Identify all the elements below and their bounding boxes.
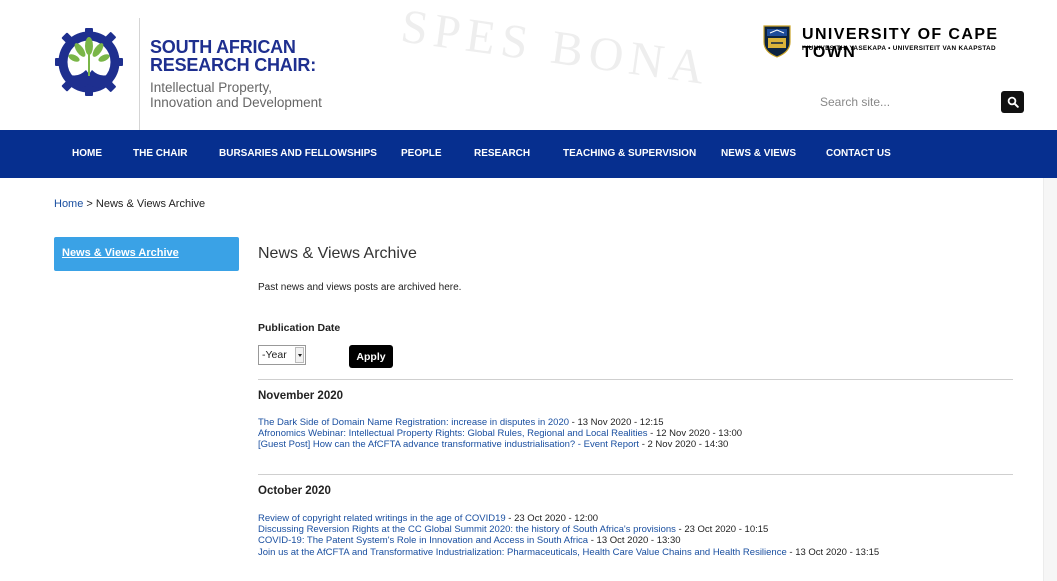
- post-list: Review of copyright related writings in …: [258, 513, 879, 558]
- year-select[interactable]: -Year: [258, 345, 306, 365]
- nav-item-research[interactable]: RESEARCH: [474, 130, 530, 178]
- list-item: Join us at the AfCFTA and Transformative…: [258, 547, 879, 558]
- post-link[interactable]: Afronomics Webinar: Intellectual Propert…: [258, 428, 648, 439]
- post-date: - 23 Oct 2020 - 12:00: [508, 513, 599, 524]
- page-title: News & Views Archive: [258, 245, 417, 262]
- post-date: - 13 Oct 2020 - 13:30: [590, 535, 681, 547]
- spes-bona-watermark: SPES BONA: [397, 0, 714, 96]
- month-heading: October 2020: [258, 485, 331, 497]
- post-list: The Dark Side of Domain Name Registratio…: [258, 417, 742, 451]
- breadcrumb-home-link[interactable]: Home: [54, 198, 83, 210]
- university-name[interactable]: UNIVERSITY OF CAPE TOWN: [802, 26, 1057, 62]
- uct-crest-icon[interactable]: [762, 24, 792, 58]
- divider: [258, 474, 1013, 475]
- search-icon: [1007, 96, 1019, 108]
- post-date: - 13 Nov 2020 - 12:15: [571, 417, 664, 428]
- sidebar-item-news-views-archive[interactable]: News & Views Archive: [54, 237, 239, 271]
- list-item: Discussing Reversion Rights at the CC Gl…: [258, 524, 879, 535]
- year-select-value: -Year: [262, 349, 287, 361]
- chair-sub-line1: Intellectual Property,: [150, 80, 273, 95]
- chair-title-line1: SOUTH AFRICAN: [150, 37, 296, 57]
- divider: [258, 379, 1013, 380]
- breadcrumb-current: News & Views Archive: [95, 198, 206, 210]
- post-date: - 13 Oct 2020 - 13:15: [789, 546, 880, 558]
- nav-item-bursaries[interactable]: BURSARIES AND FELLOWSHIPS: [219, 130, 377, 178]
- chair-title[interactable]: SOUTH AFRICAN RESEARCH CHAIR:: [150, 38, 316, 74]
- nav-item-people[interactable]: PEOPLE: [401, 130, 442, 178]
- publication-date-label: Publication Date: [258, 322, 341, 334]
- site-header: SPES BONA SOUTH AFRICAN RESEARCH CHAIR: …: [0, 0, 1057, 130]
- post-date: - 12 Nov 2020 - 13:00: [650, 428, 743, 440]
- university-subtitle: IYUNIVESITHI YASEKAPA • UNIVERSITEIT VAN…: [802, 45, 996, 52]
- post-link[interactable]: The Dark Side of Domain Name Registratio…: [258, 417, 569, 428]
- month-heading: November 2020: [258, 390, 344, 402]
- breadcrumb-separator: >: [86, 198, 93, 210]
- list-item: The Dark Side of Domain Name Registratio…: [258, 417, 742, 428]
- chair-title-line2: RESEARCH CHAIR:: [150, 55, 317, 75]
- chevron-down-icon: [295, 347, 304, 363]
- chair-subtitle: Intellectual Property, Innovation and De…: [150, 80, 322, 110]
- post-link[interactable]: COVID-19: The Patent System's Role in In…: [258, 535, 588, 546]
- header-divider: [139, 18, 140, 130]
- nav-item-home[interactable]: HOME: [72, 130, 102, 178]
- list-item: [Guest Post] How can the AfCFTA advance …: [258, 439, 742, 450]
- post-link[interactable]: Review of copyright related writings in …: [258, 513, 506, 524]
- intro-text: Past news and views posts are archived h…: [258, 282, 462, 293]
- main-nav: HOME THE CHAIR BURSARIES AND FELLOWSHIPS…: [0, 130, 1057, 178]
- list-item: COVID-19: The Patent System's Role in In…: [258, 535, 879, 546]
- nav-item-teaching[interactable]: TEACHING & SUPERVISION: [563, 130, 696, 178]
- post-date: - 23 Oct 2020 - 10:15: [678, 524, 769, 536]
- list-item: Afronomics Webinar: Intellectual Propert…: [258, 428, 742, 439]
- page-scrollbar[interactable]: [1043, 178, 1057, 581]
- search-button[interactable]: [1001, 91, 1024, 113]
- post-link[interactable]: Discussing Reversion Rights at the CC Gl…: [258, 524, 676, 535]
- chair-sub-line2: Innovation and Development: [150, 95, 322, 110]
- breadcrumb: Home > News & Views Archive: [54, 198, 205, 210]
- apply-button[interactable]: Apply: [349, 345, 393, 368]
- nav-item-news-views[interactable]: NEWS & VIEWS: [721, 130, 796, 178]
- post-link[interactable]: [Guest Post] How can the AfCFTA advance …: [258, 439, 639, 450]
- post-link[interactable]: Join us at the AfCFTA and Transformative…: [258, 547, 787, 558]
- nav-item-the-chair[interactable]: THE CHAIR: [133, 130, 187, 178]
- nav-item-contact[interactable]: CONTACT US: [826, 130, 891, 178]
- post-date: - 2 Nov 2020 - 14:30: [641, 439, 729, 451]
- search-input[interactable]: [816, 90, 984, 114]
- chair-logo-icon[interactable]: [50, 22, 128, 102]
- list-item: Review of copyright related writings in …: [258, 513, 879, 524]
